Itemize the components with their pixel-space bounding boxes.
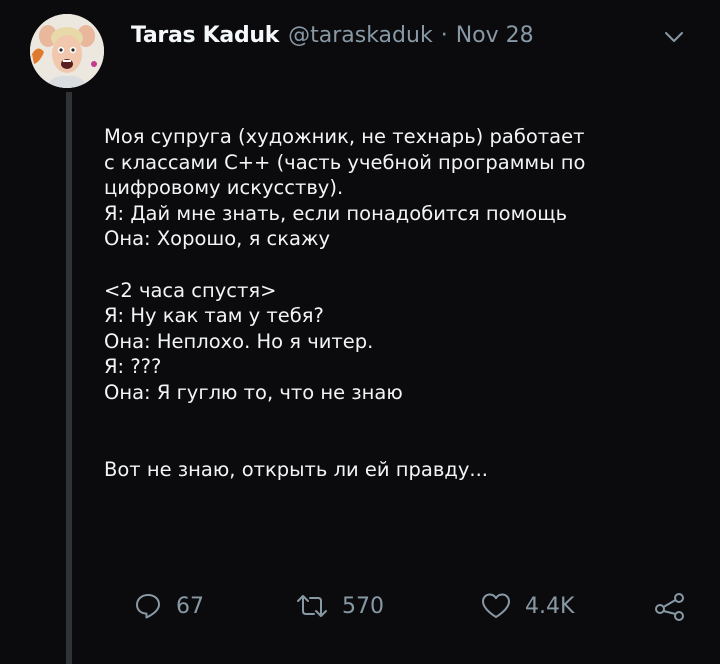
tweet-text-line: Я: ??? <box>104 355 162 379</box>
tweet-text-line <box>104 431 704 457</box>
tweet-text-line: Моя супруга (художник, не технарь) работ… <box>104 125 585 148</box>
tweet-text-line <box>104 252 704 278</box>
tweet-text-line: Я: Дай мне знать, если понадобится помощ… <box>104 201 568 225</box>
avatar-image <box>30 14 104 88</box>
tweet-date[interactable]: Nov 28 <box>456 23 534 48</box>
tweet-card: Taras Kaduk @taraskaduk · Nov 28 Моя суп… <box>0 0 720 664</box>
reply-icon <box>136 594 160 619</box>
like-count: 4.4K <box>525 593 575 619</box>
heart-icon <box>482 593 510 618</box>
user-handle[interactable]: @taraskaduk <box>288 23 433 48</box>
thread-line <box>66 92 72 664</box>
avatar[interactable] <box>30 14 104 88</box>
tweet-actions: 67 570 4.4K <box>133 588 693 624</box>
retweet-icon <box>297 595 327 617</box>
retweet-button[interactable]: 570 <box>295 588 384 624</box>
like-button[interactable]: 4.4K <box>480 588 574 624</box>
tweet-text-line: <2 часа спустя> <box>104 278 277 302</box>
tweet-text-line <box>104 406 704 432</box>
reply-button[interactable]: 67 <box>133 588 204 624</box>
tweet-text-line: Она: Хорошо, я скажу <box>104 227 331 251</box>
tweet-text-line: Вот не знаю, открыть ли ей правду... <box>104 457 488 481</box>
reply-count: 67 <box>176 593 204 619</box>
retweet-count: 570 <box>342 593 384 619</box>
tweet-text-line: Я: Ну как там у тебя? <box>104 304 324 328</box>
display-name[interactable]: Taras Kaduk <box>131 23 279 48</box>
tweet-text-line: цифровому искусству). <box>104 176 344 200</box>
share-icon <box>655 593 684 621</box>
tweet-text-line: Она: Неплохо. Но я читер. <box>104 329 374 353</box>
share-button[interactable] <box>653 588 687 624</box>
tweet-text: Моя супруга (художник, не технарь) работ… <box>104 124 704 482</box>
chevron-down-icon[interactable] <box>661 26 687 48</box>
tweet-text-line: с классами С++ (часть учебной программы … <box>104 150 586 174</box>
tweet-text-line: Она: Я гуглю то, что не знаю <box>104 380 403 404</box>
tweet-header: Taras Kaduk @taraskaduk · Nov 28 <box>131 19 534 51</box>
separator-dot: · <box>440 22 448 48</box>
